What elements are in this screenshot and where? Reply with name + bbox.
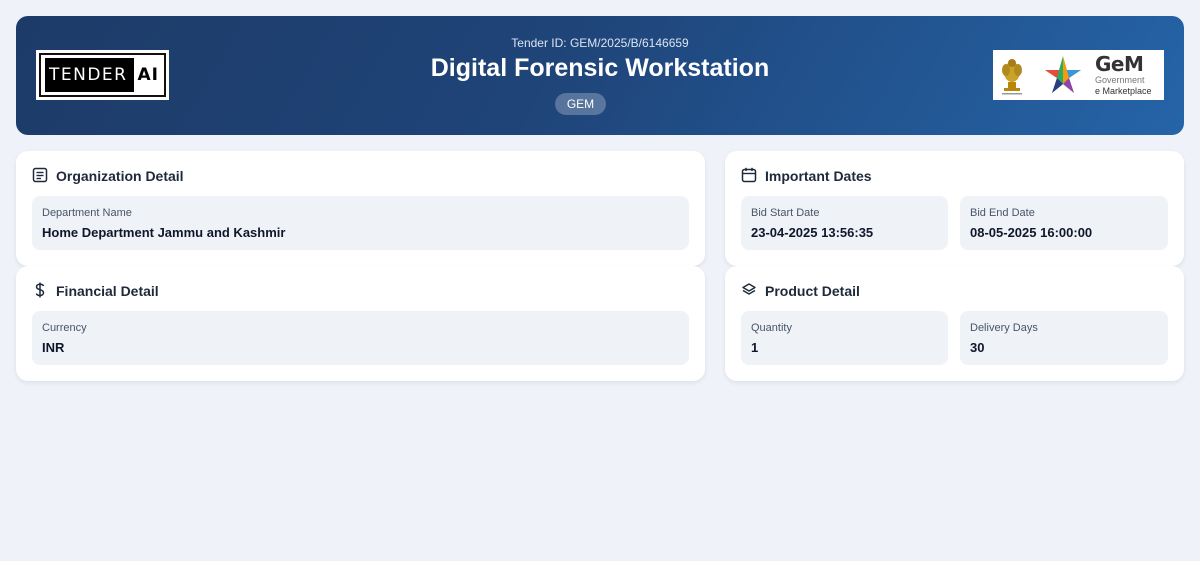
field-value: INR [42,340,65,355]
currency-field: Currency INR [32,311,689,365]
tender-header: TENDER AI Tender ID: GEM/2025/B/6146659 … [16,16,1184,135]
list-icon [32,167,48,183]
field-label: Department Name [42,207,132,219]
card-title: Financial Detail [56,283,159,299]
gem-line-1: Government [1095,75,1145,85]
field-label: Delivery Days [970,322,1038,334]
quantity-field: Quantity 1 [741,311,948,365]
delivery-days-field: Delivery Days 30 [960,311,1168,365]
field-label: Quantity [751,322,792,334]
bid-end-field: Bid End Date 08-05-2025 16:00:00 [960,196,1168,250]
field-label: Bid Start Date [751,207,820,219]
gem-line-2: e Marketplace [1095,86,1152,96]
gem-star-icon [1045,56,1081,93]
source-badge: GEM [555,93,606,115]
card-title: Organization Detail [56,168,184,184]
field-value: 1 [751,340,759,355]
field-value: 08-05-2025 16:00:00 [970,225,1093,240]
field-value: Home Department Jammu and Kashmir [42,225,286,240]
financial-card: Financial Detail Currency INR [16,266,705,381]
field-value: 23-04-2025 13:56:35 [751,225,874,240]
dollar-icon [35,282,45,298]
dates-card: Important Dates Bid Start Date 23-04-202… [725,151,1184,266]
field-value: 30 [970,340,985,355]
gem-brand: GeM [1095,52,1144,76]
product-card: Product Detail Quantity 1 Delivery Days … [725,266,1184,381]
layers-icon [742,283,756,295]
calendar-icon [741,167,757,183]
gem-logo: GeM Government e Marketplace [993,50,1164,100]
field-label: Currency [42,322,87,334]
card-title: Product Detail [765,283,860,299]
national-emblem-icon [1002,59,1022,95]
card-title: Important Dates [765,168,872,184]
organization-card: Organization Detail Department Name Home… [16,151,705,266]
department-field: Department Name Home Department Jammu an… [32,196,689,250]
field-label: Bid End Date [970,207,1035,219]
bid-start-field: Bid Start Date 23-04-2025 13:56:35 [741,196,948,250]
tender-id: Tender ID: GEM/2025/B/6146659 [511,36,689,50]
